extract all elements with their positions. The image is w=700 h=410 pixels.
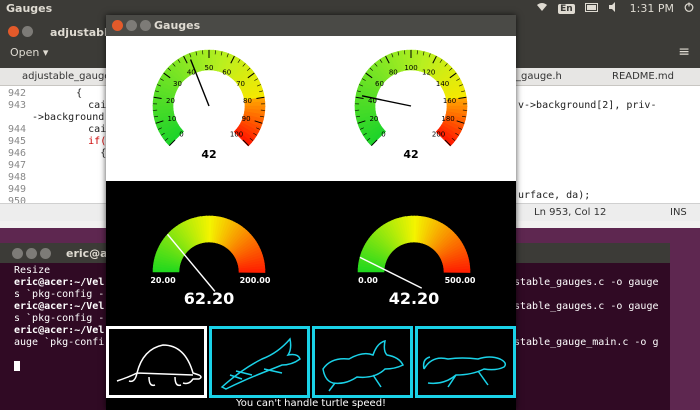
terminal-line: stable_gauges.c -o gauge	[514, 277, 659, 288]
terminal-line: stable_gauges.c -o gauge	[514, 301, 659, 312]
gauges-titlebar[interactable]: Gauges	[106, 15, 516, 36]
power-icon[interactable]	[684, 2, 694, 15]
arc-max-label: 500.00	[445, 276, 476, 285]
gauge-tick-label: 180	[441, 115, 454, 123]
code-line: cair	[40, 100, 113, 111]
circular-gauges-area: 0 10 20 30 40 50 60 70 80 90 100 42 0 20 40 60 80 100 120 1…	[106, 36, 516, 181]
line-number: 947	[8, 160, 27, 171]
rabbit-icon	[220, 337, 301, 390]
gauge-tick-label: 20	[166, 97, 175, 105]
gauge-tick-label: 30	[173, 80, 182, 88]
tab-gauge-h[interactable]: _gauge.h	[516, 71, 562, 82]
rabbit-panel-1[interactable]	[209, 326, 310, 398]
gauges-close-button[interactable]	[112, 20, 123, 31]
terminal-prompt: eric@acer:~/Vel	[14, 301, 105, 312]
insert-mode: INS	[670, 207, 687, 218]
circular-gauges-canvas: 0102030405060708090100420204060801001201…	[152, 49, 468, 161]
code-line: ->background[	[32, 112, 111, 123]
arc-max-label: 200.00	[240, 276, 271, 285]
terminal-line: auge `pkg-confi	[14, 337, 105, 348]
gauge-tick-label: 90	[242, 115, 251, 123]
squirrel-panel[interactable]	[415, 326, 516, 398]
code-line: urface, da);	[518, 190, 591, 201]
code-line: if(p	[40, 136, 113, 147]
gauge-tick-label: 120	[422, 68, 435, 76]
gauge-tick-label: 100	[230, 131, 243, 139]
editor-close-button[interactable]	[8, 26, 19, 37]
gauge-value-label: 42	[201, 148, 216, 161]
system-tray: En 1:31 PM	[536, 2, 694, 15]
keyboard-layout-indicator[interactable]: En	[558, 3, 575, 14]
gauge-tick-label: 0	[381, 131, 385, 139]
gauge-tick-label: 60	[222, 68, 231, 76]
gauge-0-200: 02040608010012014016018020042	[354, 49, 468, 161]
arc-min-label: 20.00	[150, 276, 176, 285]
editor-minimize-button[interactable]	[22, 26, 33, 37]
terminal-prompt: eric@acer:~/Vel	[14, 277, 105, 288]
arc-gauge-0-500: 0.00 500.00 42.20	[357, 215, 476, 308]
gauge-tick-label: 80	[243, 97, 252, 105]
gauge-tick-label: 10	[167, 115, 176, 123]
line-number: 948	[8, 172, 27, 183]
arc-min-label: 0.00	[358, 276, 378, 285]
terminal-minimize-button[interactable]	[26, 248, 37, 259]
arc-gauges-canvas: 20.00 200.00 62.20 0.00 500.00 42.20	[150, 215, 476, 308]
gauges-minimize-button[interactable]	[126, 20, 137, 31]
rabbit-icon	[322, 339, 405, 392]
gauge-tick-label: 200	[432, 131, 445, 139]
cursor-position[interactable]: Ln 953, Col 12	[534, 207, 606, 218]
gauge-tick-label: 100	[404, 64, 417, 72]
turtle-icon	[116, 344, 202, 387]
gauge-tick-label: 140	[436, 80, 449, 88]
tab-readme[interactable]: README.md	[612, 71, 674, 82]
wifi-icon[interactable]	[536, 2, 548, 15]
gauge-tick-label: 20	[369, 115, 378, 123]
rabbit-panel-2[interactable]	[312, 326, 413, 398]
arc-value-label: 62.20	[184, 289, 235, 308]
gauge-tick-label: 50	[205, 64, 214, 72]
terminal-line: stable_gauge_main.c -o g	[514, 337, 659, 348]
speed-message: You can't handle turtle speed!	[235, 398, 387, 409]
menu-icon[interactable]: ≡	[678, 44, 690, 60]
line-number: 946	[8, 148, 27, 159]
terminal-prompt: eric@acer:~/Vel	[14, 325, 105, 336]
terminal-maximize-button[interactable]	[40, 248, 51, 259]
code-line: {	[40, 88, 83, 99]
battery-icon[interactable]	[584, 2, 599, 15]
clock[interactable]: 1:31 PM	[630, 2, 674, 15]
code-line: v->background[2], priv-	[518, 100, 657, 111]
gauge-0-100: 010203040506070809010042	[152, 49, 266, 161]
line-number: 945	[8, 136, 27, 147]
terminal-close-button[interactable]	[12, 248, 23, 259]
gauge-tick-label: 160	[443, 97, 456, 105]
arc-value-label: 42.20	[389, 289, 440, 308]
line-number: 944	[8, 124, 27, 135]
open-button[interactable]: Open ▾	[10, 46, 48, 59]
line-number: 943	[8, 100, 27, 111]
line-number: 949	[8, 184, 27, 195]
turtle-panel[interactable]	[106, 326, 207, 398]
gauge-tick-label: 70	[236, 80, 245, 88]
terminal-line: s `pkg-config -	[14, 289, 105, 300]
arc-gauges-area: 20.00 200.00 62.20 0.00 500.00 42.20	[106, 181, 516, 327]
terminal-line: s `pkg-config -	[14, 313, 105, 324]
terminal-cursor	[14, 361, 20, 371]
gauge-tick-label: 80	[389, 68, 398, 76]
gauges-window-title: Gauges	[154, 19, 201, 32]
gauges-maximize-button[interactable]	[140, 20, 151, 31]
gauges-window: Gauges 0 10 20 30 40 50 60 70 80 90 100 42 0 20 40 60 80…	[106, 15, 516, 410]
line-number: 942	[8, 88, 27, 99]
gauge-tick-label: 0	[179, 131, 183, 139]
open-button-label: Open	[10, 46, 40, 59]
terminal-line: Resize	[14, 265, 51, 276]
gauge-tick-label: 60	[375, 80, 384, 88]
code-line: {	[40, 148, 107, 159]
active-app-title: Gauges	[6, 2, 53, 15]
arc-gauge-20-200: 20.00 200.00 62.20	[150, 215, 271, 308]
volume-icon[interactable]	[608, 2, 620, 15]
squirrel-icon	[422, 356, 507, 388]
code-line: cair	[40, 124, 113, 135]
tab-adjustable-gauge[interactable]: adjustable_gauge	[22, 71, 110, 82]
gauge-value-label: 42	[403, 148, 418, 161]
